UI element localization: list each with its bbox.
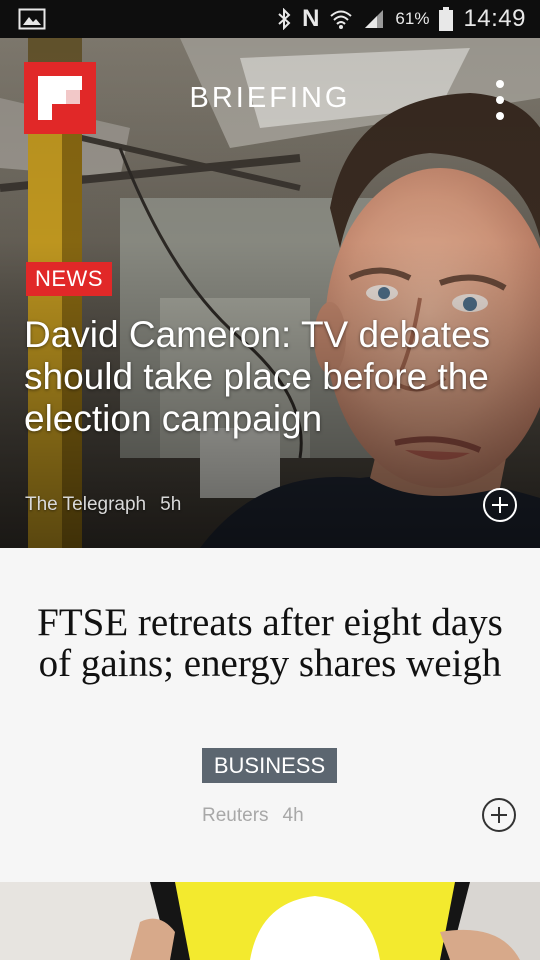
- next-story-card[interactable]: [0, 882, 540, 960]
- next-story-photo: [0, 882, 540, 960]
- bluetooth-icon: [276, 8, 292, 30]
- status-bar: N 61% 14:49: [0, 0, 540, 38]
- hero-story-card[interactable]: BRIEFING NEWS David Cameron: TV debates …: [0, 38, 540, 548]
- dot-icon: [496, 112, 504, 120]
- battery-percent: 61%: [395, 9, 430, 28]
- signal-icon: [363, 8, 385, 30]
- hero-meta: The Telegraph 5h: [25, 494, 181, 516]
- status-time: 14:49: [463, 5, 526, 32]
- battery-icon: [439, 7, 454, 31]
- section-title: BRIEFING: [189, 82, 351, 114]
- story-headline[interactable]: FTSE retreats after eight days of gains;…: [30, 602, 510, 684]
- business-tag[interactable]: BUSINESS: [202, 748, 337, 783]
- hero-source[interactable]: The Telegraph: [25, 494, 146, 515]
- wifi-icon: [329, 8, 353, 30]
- overflow-menu-button[interactable]: [484, 78, 516, 122]
- story-meta: Reuters 4h: [202, 805, 304, 827]
- dot-icon: [496, 96, 504, 104]
- hero-age: 5h: [160, 494, 182, 515]
- dot-icon: [496, 80, 504, 88]
- story-age: 4h: [282, 805, 304, 826]
- add-to-magazine-button[interactable]: [482, 798, 516, 832]
- hero-headline[interactable]: David Cameron: TV debates should take pl…: [24, 314, 504, 440]
- story-card[interactable]: FTSE retreats after eight days of gains;…: [0, 548, 540, 854]
- news-tag[interactable]: NEWS: [26, 262, 112, 296]
- add-to-magazine-button[interactable]: [483, 488, 517, 522]
- nfc-icon: N: [302, 5, 320, 32]
- gallery-icon: [18, 8, 46, 30]
- story-source[interactable]: Reuters: [202, 805, 269, 826]
